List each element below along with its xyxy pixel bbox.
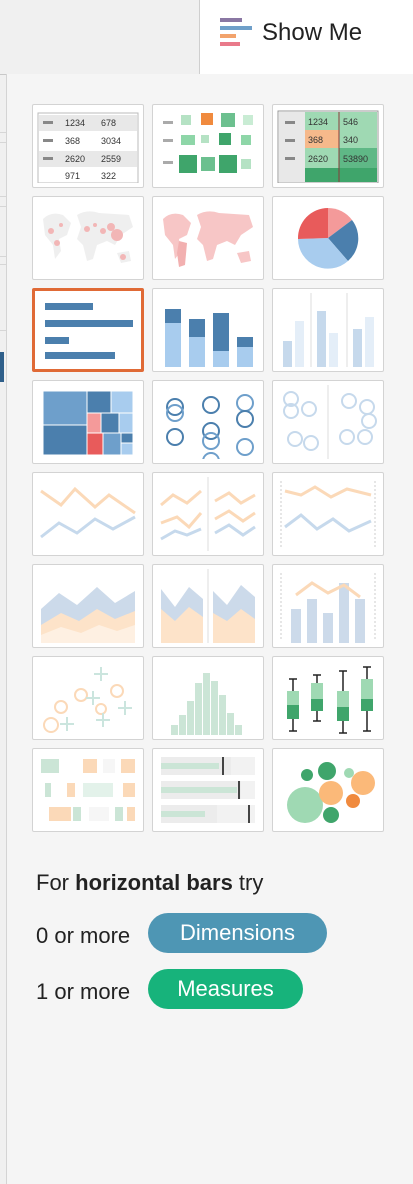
chart-hint-name: horizontal bars [75,870,233,895]
area-continuous-icon [41,587,135,643]
side-by-side-bars-icon [283,293,374,367]
chart-option-continuous-lines[interactable] [32,472,144,556]
highlight-table-cell: 1234 [308,117,328,127]
chart-option-gantt-chart[interactable] [32,748,144,832]
chart-option-heat-map[interactable] [152,104,264,188]
chart-option-side-by-side-bars[interactable] [272,288,384,372]
measures-pill: Measures [148,969,303,1009]
chart-option-text-table[interactable]: 1234 678 368 3034 2620 2559 971 322 [32,104,144,188]
chart-option-area-continuous[interactable] [32,564,144,648]
dual-combination-icon [280,573,376,643]
highlight-table-cell: 2620 [308,154,328,164]
chart-option-discrete-lines[interactable] [152,472,264,556]
chart-hint-suffix: try [232,870,264,895]
text-table-cell: 971 [65,171,80,181]
chart-hint-prefix: For [36,870,76,895]
continuous-lines-icon [40,486,136,539]
gantt-chart-icon [41,759,135,821]
text-table-cell: 1234 [65,118,85,128]
chart-option-filled-map[interactable] [152,196,264,280]
filled-map-icon [163,211,253,267]
pie-chart-icon [297,208,359,269]
chart-option-bullet-graph[interactable] [152,748,264,832]
area-discrete-icon [161,569,255,643]
tab-bar-background [0,0,200,75]
bullet-graph-icon [161,757,255,823]
chart-option-stacked-bars[interactable] [152,288,264,372]
chart-option-highlight-table[interactable]: 1234 546 368 340 2620 53890 [272,104,384,188]
text-table-cell: 368 [65,136,80,146]
chart-option-scatter-plot[interactable] [32,656,144,740]
chart-option-dual-combination[interactable] [272,564,384,648]
text-table-cell: 2559 [101,154,121,164]
treemap-icon [42,390,134,456]
chart-option-symbol-map[interactable] [32,196,144,280]
text-table-cell: 678 [101,118,116,128]
chart-option-box-whisker[interactable] [272,656,384,740]
chart-option-packed-bubbles[interactable] [272,748,384,832]
chart-option-pie-chart[interactable] [272,196,384,280]
packed-bubbles-icon [287,762,375,823]
chart-option-horizontal-bars[interactable] [32,288,144,372]
dimensions-pill: Dimensions [148,913,327,953]
chart-option-circle-views[interactable] [152,380,264,464]
text-table-cell: 322 [101,171,116,181]
stacked-bars-icon [165,309,253,367]
dual-lines-icon [280,481,376,547]
chart-option-dual-lines[interactable] [272,472,384,556]
chart-option-area-discrete[interactable] [152,564,264,648]
highlight-table-cell: 340 [343,135,358,145]
show-me-bars-icon [220,18,252,46]
text-table-icon: 1234 678 368 3034 2620 2559 971 322 [37,112,139,183]
chart-option-treemap[interactable] [32,380,144,464]
heat-map-icon [163,113,253,173]
text-table-cell: 2620 [65,154,85,164]
circle-views-icon [166,394,254,459]
measures-requirement-text: 1 or more [36,979,131,1004]
horizontal-bars-icon [45,303,133,359]
side-by-side-circles-icon [283,385,377,459]
histogram-icon [171,673,242,735]
highlight-table-cell: 53890 [343,154,368,164]
highlight-table-cell: 368 [308,135,323,145]
left-selection-marker [0,352,4,382]
chart-hint: For horizontal bars try [36,870,263,896]
chart-option-side-by-side-circles[interactable] [272,380,384,464]
symbol-map-icon [43,211,133,263]
highlight-table-icon: 1234 546 368 340 2620 53890 [277,110,379,183]
chart-option-histogram[interactable] [152,656,264,740]
scatter-plot-icon [43,667,132,733]
highlight-table-cell: 546 [343,117,358,127]
show-me-tab-label: Show Me [262,19,363,46]
text-table-cell: 3034 [101,136,121,146]
box-whisker-icon [287,666,373,734]
dimensions-requirement-text: 0 or more [36,923,131,948]
discrete-lines-icon [160,477,256,551]
